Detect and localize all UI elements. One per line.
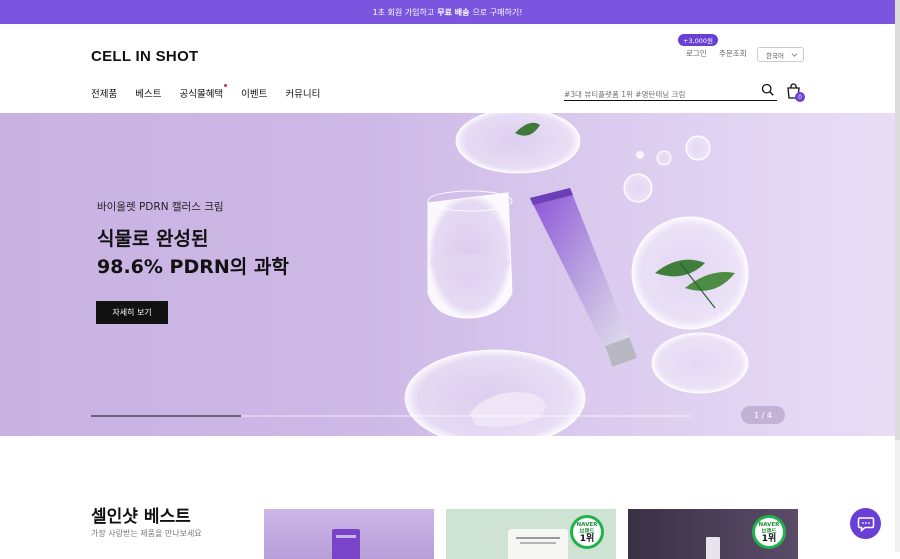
hero-banner[interactable]: 바이올렛 PDRN 캘러스 크림 식물로 완성된 98.6% PDRN의 과학 …: [0, 113, 895, 436]
site-header: CELL IN SHOT +3,000원 로그인 주문조회 한국어 전제품 베스…: [0, 24, 895, 113]
slide-progress-fill: [91, 415, 241, 417]
nav-all-products[interactable]: 전제품: [91, 86, 117, 100]
naver-rank-badge: NAVER 브랜드 1위: [752, 515, 786, 549]
badge-naver: NAVER: [576, 521, 598, 528]
badge-rank: 1위: [579, 533, 595, 544]
best-section-title: 셀인샷 베스트: [91, 507, 191, 527]
nav-events[interactable]: 이벤트: [241, 86, 267, 100]
points-badge: +3,000원: [678, 34, 719, 46]
search-icon[interactable]: [761, 83, 775, 97]
cart-button[interactable]: 0: [786, 83, 805, 102]
promo-suffix: 으로 구매하기!: [472, 7, 523, 17]
logo[interactable]: CELL IN SHOT: [91, 48, 199, 65]
hero-title-line2: 98.6% PDRN의 과학: [97, 256, 289, 278]
best-section-subtitle: 가장 사랑받는 제품을 만나보세요: [91, 529, 202, 538]
chat-button[interactable]: [850, 508, 881, 539]
badge-rank: 1위: [761, 533, 777, 544]
chevron-down-icon: [791, 53, 798, 57]
language-select[interactable]: 한국어: [757, 47, 804, 62]
hero-product-image: [404, 113, 749, 436]
new-dot: [224, 84, 228, 87]
search-input[interactable]: [564, 86, 754, 103]
nav-community[interactable]: 커뮤니티: [285, 86, 320, 100]
badge-naver: NAVER: [758, 521, 780, 528]
scrollbar[interactable]: [895, 0, 900, 552]
nav-benefits[interactable]: 공식몰혜택: [179, 84, 228, 100]
slide-pager[interactable]: 1 / 4: [741, 406, 785, 424]
nav-benefits-label: 공식몰혜택: [179, 89, 224, 100]
promo-banner[interactable]: 1초 회원 가입하고 무료 배송 으로 구매하기!: [0, 0, 895, 24]
naver-rank-badge: NAVER 브랜드 1위: [570, 515, 604, 549]
main-nav: 전제품 베스트 공식몰혜택 이벤트 커뮤니티: [91, 84, 338, 100]
promo-prefix: 1초 회원 가입하고: [372, 7, 435, 17]
view-details-button[interactable]: 자세히 보기: [96, 301, 168, 324]
promo-highlight: 무료 배송: [437, 7, 470, 17]
language-value: 한국어: [766, 51, 784, 60]
slide-progress: [91, 415, 691, 417]
hero-title: 식물로 완성된 98.6% PDRN의 과학: [97, 225, 289, 281]
nav-best[interactable]: 베스트: [135, 86, 161, 100]
scrollbar-thumb[interactable]: [895, 0, 900, 440]
login-link[interactable]: 로그인: [686, 48, 707, 59]
cart-count: 0: [795, 92, 805, 102]
hero-title-line1: 식물로 완성된: [97, 228, 209, 250]
chat-icon: [857, 516, 874, 532]
search-bar: [564, 82, 777, 103]
hero-subtitle: 바이올렛 PDRN 캘러스 크림: [97, 201, 224, 213]
order-lookup-link[interactable]: 주문조회: [719, 48, 747, 59]
